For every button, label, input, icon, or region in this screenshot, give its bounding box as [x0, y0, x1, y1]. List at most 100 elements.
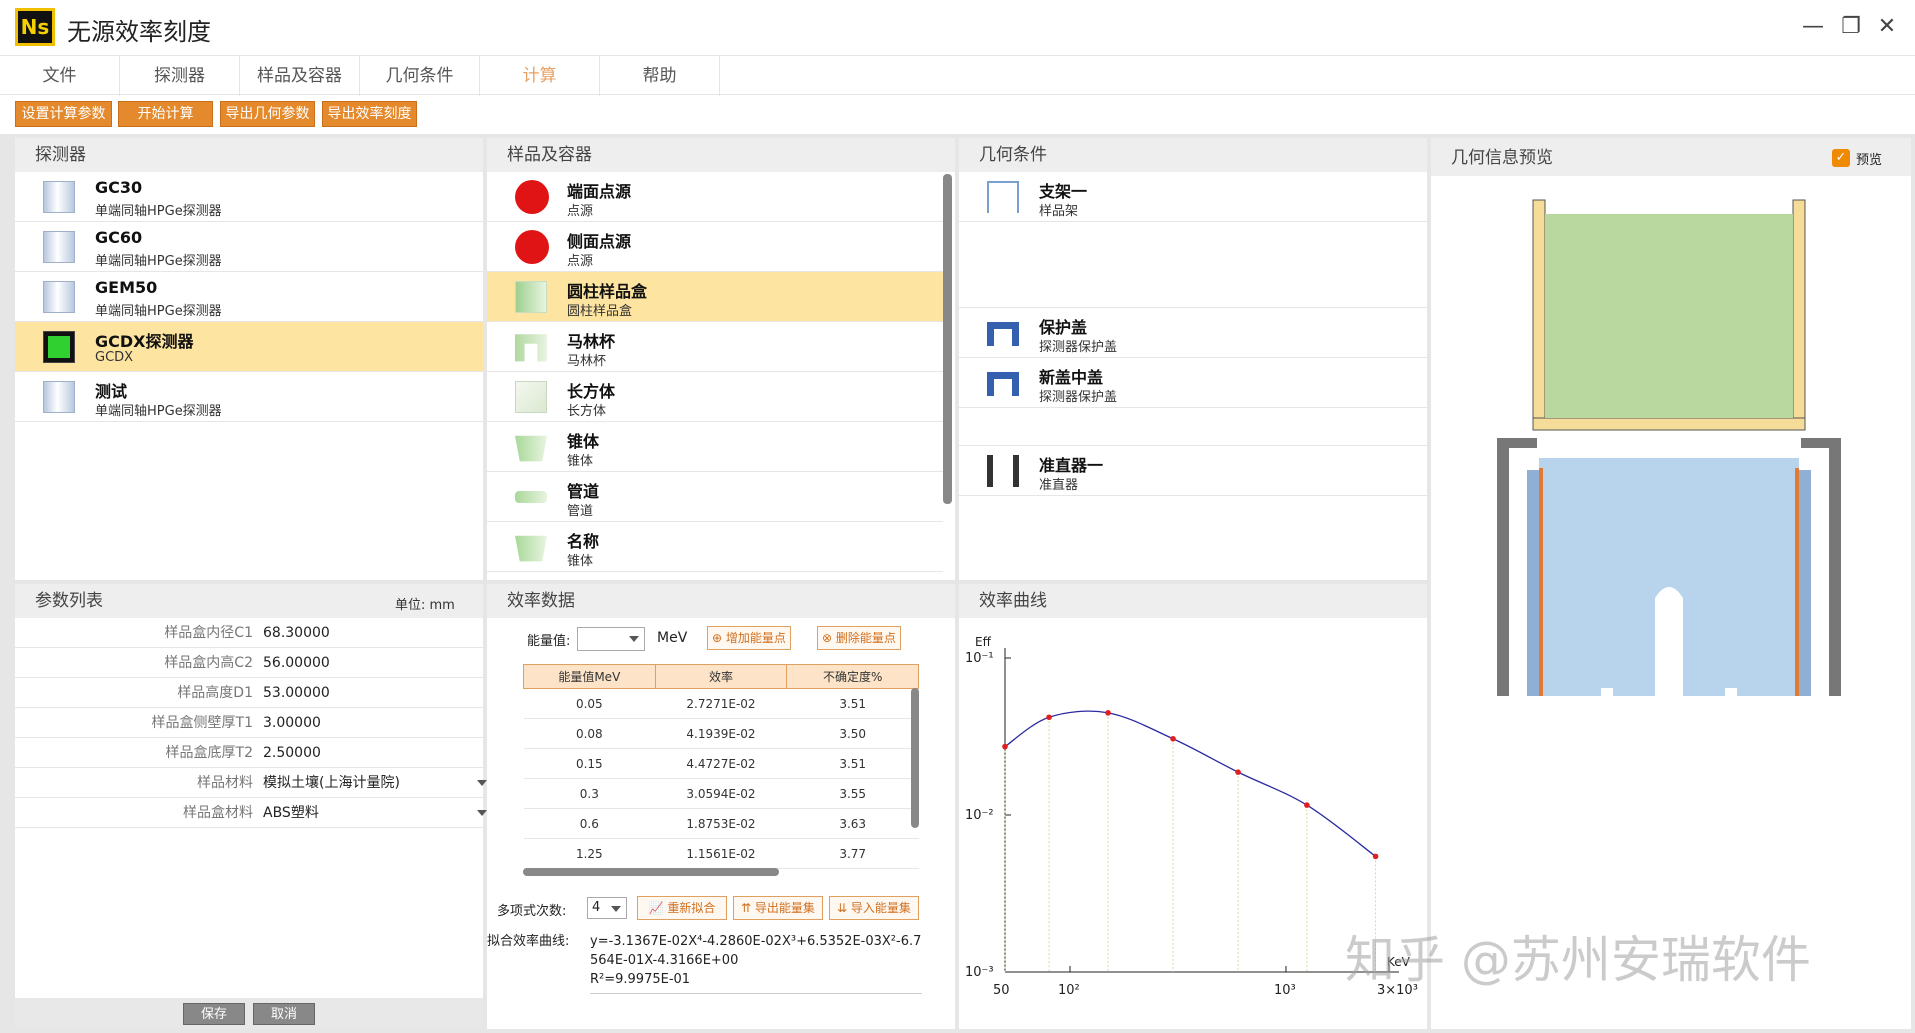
delete-energy-button[interactable]: ⊗ 删除能量点: [817, 626, 901, 650]
sample-item[interactable]: 锥体 锥体: [487, 422, 943, 472]
maximize-button[interactable]: ❐: [1836, 12, 1866, 42]
sample-item[interactable]: 名称 锥体: [487, 522, 943, 572]
rack-icon: [987, 181, 1019, 213]
param-label: 样品盒材料: [183, 805, 253, 821]
param-label: 样品材料: [197, 775, 253, 791]
geometry-item[interactable]: 新盖中盖 探测器保护盖: [959, 358, 1427, 408]
refit-button[interactable]: 📈 重新拟合: [637, 896, 727, 920]
sample-name: 端面点源: [567, 182, 632, 201]
params-panel: 参数列表 单位: mm 样品盒内径C1 68.30000 样品盒内高C2 56.00…: [15, 584, 495, 1029]
sample-desc: 点源: [567, 254, 594, 269]
detector-icon: [43, 181, 75, 213]
add-energy-label: 增加能量点: [725, 631, 786, 645]
menu-geometry[interactable]: 几何条件: [360, 56, 480, 96]
detector-item[interactable]: GC60 单端同轴HPGe探测器: [15, 222, 483, 272]
detector-icon: [43, 231, 75, 263]
geometry-preview-drawing: [1497, 199, 1841, 696]
save-button[interactable]: 保存: [183, 1003, 245, 1025]
preview-checkbox[interactable]: ✓: [1832, 149, 1850, 167]
table-v-scrollbar[interactable]: [911, 688, 919, 828]
energy-select[interactable]: [577, 627, 645, 651]
cylinder-icon: [515, 281, 547, 313]
data-point: [1046, 714, 1052, 721]
formula-line: 564E-01X-4.3166E+00: [590, 953, 739, 968]
geometry-item[interactable]: 准直器一 准直器: [959, 446, 1427, 496]
set-params-button[interactable]: 设置计算参数: [15, 101, 112, 127]
poly-select[interactable]: 4: [587, 897, 627, 919]
import-energy-button[interactable]: ⇊ 导入能量集: [829, 896, 919, 920]
sample-item[interactable]: 管道 管道: [487, 472, 943, 522]
table-row[interactable]: 1.25 1.1561E-02 3.77: [523, 838, 919, 869]
sample-item[interactable]: 侧面点源 点源: [487, 222, 943, 272]
param-row[interactable]: 样品盒内径C1 68.30000: [15, 618, 495, 648]
efficiency-data-panel: 效率数据 能量值: MeV ⊕ 增加能量点 ⊗ 删除能量点 能量值MeV 效率 …: [487, 584, 955, 1029]
table-row[interactable]: 0.15 4.4727E-02 3.51: [523, 748, 919, 779]
table-row[interactable]: 0.05 2.7271E-02 3.51: [523, 688, 919, 719]
y-tick-label: 10⁻¹: [965, 651, 994, 666]
menu-sample[interactable]: 样品及容器: [240, 56, 360, 96]
export-efficiency-button[interactable]: 导出效率刻度: [322, 101, 417, 127]
param-value[interactable]: 56.00000: [263, 648, 330, 678]
param-row[interactable]: 样品高度D1 53.00000: [15, 678, 495, 708]
param-value[interactable]: 2.50000: [263, 738, 321, 768]
minimize-button[interactable]: —: [1798, 12, 1828, 42]
param-value[interactable]: 3.00000: [263, 708, 321, 738]
cone-icon: [515, 435, 547, 462]
sample-desc: 圆柱样品盒: [567, 304, 633, 319]
sample-scrollbar[interactable]: [943, 174, 952, 504]
sample-name: 管道: [567, 482, 600, 501]
export-geometry-button[interactable]: 导出几何参数: [220, 101, 315, 127]
sample-name: 侧面点源: [567, 232, 632, 251]
export-energy-button[interactable]: ⇈ 导出能量集: [733, 896, 823, 920]
detector-desc: 单端同轴HPGe探测器: [95, 204, 222, 219]
sample-desc: 点源: [567, 204, 594, 219]
sample-item[interactable]: 马林杯 马林杯: [487, 322, 943, 372]
x-tick-label: 50: [993, 983, 1010, 998]
app-title: 无源效率刻度: [67, 18, 211, 46]
param-row[interactable]: 样品盒侧壁厚T1 3.00000: [15, 708, 495, 738]
sample-item[interactable]: 端面点源 点源: [487, 172, 943, 222]
geometry-item[interactable]: 保护盖 探测器保护盖: [959, 308, 1427, 358]
chevron-down-icon[interactable]: [477, 780, 487, 786]
detector-item[interactable]: 测试 单端同轴HPGe探测器: [15, 372, 483, 422]
menu-file[interactable]: 文件: [0, 56, 120, 96]
sample-material-select[interactable]: 模拟土壤(上海计量院): [263, 768, 400, 798]
chevron-down-icon[interactable]: [477, 810, 487, 816]
unit-label: 单位: mm: [395, 598, 455, 613]
sample-panel: 样品及容器 端面点源 点源 侧面点源 点源 圆柱样品盒 圆柱样品盒 马林杯 马林…: [487, 138, 955, 580]
cancel-button[interactable]: 取消: [253, 1003, 315, 1025]
param-row[interactable]: 样品盒内高C2 56.00000: [15, 648, 495, 678]
menu-calculate[interactable]: 计算: [480, 56, 600, 96]
param-value[interactable]: 53.00000: [263, 678, 330, 708]
table-row[interactable]: 0.6 1.8753E-02 3.63: [523, 808, 919, 839]
detector-item[interactable]: GC30 单端同轴HPGe探测器: [15, 172, 483, 222]
detector-item[interactable]: GEM50 单端同轴HPGe探测器: [15, 272, 483, 322]
y-axis-label: Eff: [975, 635, 992, 649]
menu-detector[interactable]: 探测器: [120, 56, 240, 96]
container-material-select[interactable]: ABS塑料: [263, 798, 319, 828]
formula-line: y=-3.1367E-02X⁴-4.2860E-02X³+6.5352E-03X…: [590, 934, 922, 949]
sample-item-selected[interactable]: 圆柱样品盒 圆柱样品盒: [487, 272, 943, 322]
data-point: [1372, 853, 1379, 860]
table-row[interactable]: 0.3 3.0594E-02 3.55: [523, 778, 919, 809]
export-energy-label: 导出能量集: [754, 901, 815, 915]
param-value[interactable]: 68.30000: [263, 618, 330, 648]
efficiency-curve-title: 效率曲线: [959, 584, 1427, 618]
geometry-item[interactable]: 支架一 样品架: [959, 172, 1427, 222]
geometry-name: 准直器一: [1039, 456, 1104, 475]
detector-name: GC30: [95, 178, 143, 197]
close-button[interactable]: ✕: [1872, 12, 1902, 42]
start-calc-button[interactable]: 开始计算: [118, 101, 213, 127]
table-h-scrollbar[interactable]: [523, 868, 779, 876]
param-row[interactable]: 样品材料 模拟土壤(上海计量院): [15, 768, 495, 798]
menu-help[interactable]: 帮助: [600, 56, 720, 96]
param-row[interactable]: 样品盒材料 ABS塑料: [15, 798, 495, 828]
sample-item[interactable]: 长方体 长方体: [487, 372, 943, 422]
pipe-icon: [515, 491, 547, 503]
poly-value: 4: [592, 900, 601, 915]
add-energy-button[interactable]: ⊕ 增加能量点: [707, 626, 791, 650]
detector-item-selected[interactable]: GCDX探测器 GCDX: [15, 322, 483, 372]
table-row[interactable]: 0.08 4.1939E-02 3.50: [523, 718, 919, 749]
param-row[interactable]: 样品盒底厚T2 2.50000: [15, 738, 495, 768]
detector-desc: 单端同轴HPGe探测器: [95, 304, 222, 319]
